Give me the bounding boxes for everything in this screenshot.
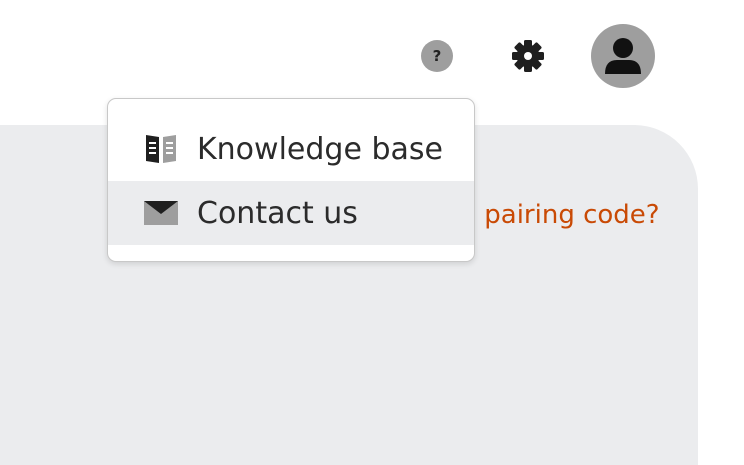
menu-item-knowledge-base[interactable]: Knowledge base — [108, 117, 474, 181]
help-dropdown-menu: Knowledge base Contact us — [107, 98, 475, 262]
user-avatar[interactable] — [591, 24, 655, 88]
help-button[interactable]: ? — [421, 40, 453, 72]
menu-item-contact-us[interactable]: Contact us — [108, 181, 474, 245]
user-avatar-icon — [605, 38, 641, 74]
settings-button[interactable] — [508, 38, 548, 74]
book-icon — [144, 134, 178, 164]
top-bar: ? — [0, 0, 744, 110]
envelope-icon — [144, 201, 178, 225]
help-icon: ? — [432, 47, 442, 65]
menu-item-label: Knowledge base — [197, 131, 443, 167]
menu-item-label: Contact us — [197, 195, 358, 231]
gear-icon — [512, 40, 544, 72]
